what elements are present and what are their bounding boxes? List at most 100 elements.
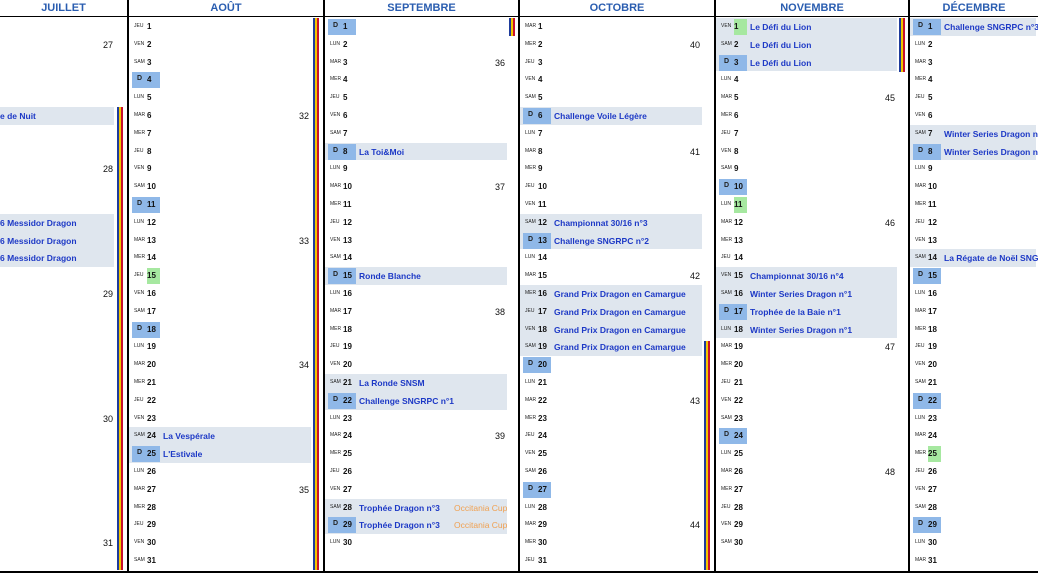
day-row[interactable]: LUN 16 bbox=[325, 285, 518, 303]
event-label[interactable]: Trophée de la Baie n°1 bbox=[750, 307, 841, 317]
day-row[interactable]: JEU 1 bbox=[129, 18, 323, 36]
day-row[interactable]: D 22 Challenge SNGRPC n°1 bbox=[325, 391, 518, 410]
event-label[interactable]: La Toi&Moi bbox=[359, 147, 404, 157]
day-row[interactable]: LUN 2 bbox=[910, 36, 1038, 54]
day-row[interactable]: LUN 2 bbox=[325, 36, 518, 54]
day-row[interactable]: LUN 14 bbox=[520, 249, 714, 267]
event-label[interactable]: Trophée Dragon n°3 bbox=[359, 520, 440, 530]
day-row[interactable]: LUN 30 bbox=[910, 534, 1038, 552]
day-row[interactable]: LUN 19 bbox=[129, 338, 323, 356]
day-row[interactable]: JEU 21 bbox=[716, 374, 908, 392]
day-row[interactable]: SAM 14 La Régate de Noël SNG bbox=[910, 249, 1038, 268]
day-row[interactable]: JEU 19 bbox=[910, 338, 1038, 356]
day-row[interactable]: SAM 28 bbox=[910, 499, 1038, 517]
event-label[interactable]: e de Nuit bbox=[0, 111, 36, 121]
day-row[interactable]: SAM 3 bbox=[129, 54, 323, 72]
day-row[interactable]: JEU 29 bbox=[129, 516, 323, 534]
day-row[interactable]: VEN 8 bbox=[716, 143, 908, 161]
day-row[interactable]: MAR 1 bbox=[520, 18, 714, 36]
day-row[interactable]: VEN 30 bbox=[129, 534, 323, 552]
day-row[interactable]: D 15 bbox=[910, 267, 1038, 285]
day-row[interactable]: VEN 27 bbox=[910, 481, 1038, 499]
day-row[interactable]: VEN 18 Grand Prix Dragon en Camargue bbox=[520, 320, 714, 339]
event-label[interactable]: Challenge SNGRPC n°1 bbox=[359, 396, 454, 406]
day-row[interactable]: JEU 7 bbox=[716, 125, 908, 143]
day-row[interactable]: SAM 23 bbox=[716, 410, 908, 428]
event-label[interactable]: 6 Messidor Dragon bbox=[0, 253, 77, 263]
event-label[interactable]: Winter Series Dragon n bbox=[944, 129, 1038, 139]
day-row[interactable]: D 27 bbox=[520, 481, 714, 499]
day-row[interactable]: JEU 31 bbox=[520, 552, 714, 570]
day-row[interactable]: MER 25 bbox=[910, 445, 1038, 463]
day-row[interactable]: D 29 Trophée Dragon n°3 Occitania Cup bbox=[325, 516, 518, 535]
day-row[interactable]: MER 18 bbox=[910, 321, 1038, 339]
day-row[interactable]: LUN 30 bbox=[325, 534, 518, 552]
day-row[interactable]: JEU 15 bbox=[129, 267, 323, 285]
day-row[interactable]: MER 25 bbox=[325, 445, 518, 463]
day-row[interactable]: SAM 2 Le Défi du Lion bbox=[716, 35, 908, 54]
day-row[interactable]: MER 11 bbox=[325, 196, 518, 214]
day-row[interactable]: D 24 bbox=[716, 427, 908, 445]
day-row[interactable]: VEN 4 bbox=[520, 71, 714, 89]
day-row[interactable]: VEN 23 bbox=[129, 410, 323, 428]
day-row[interactable]: LUN 16 bbox=[910, 285, 1038, 303]
day-row[interactable]: LUN 9 bbox=[325, 160, 518, 178]
event-secondary-label[interactable]: Occitania Cup bbox=[454, 503, 507, 513]
event-label[interactable]: Winter Series Dragon n°1 bbox=[750, 325, 852, 335]
day-row[interactable]: LUN 7 bbox=[520, 125, 714, 143]
day-row[interactable]: SAM 10 bbox=[129, 178, 323, 196]
day-row[interactable]: JEU 17 Grand Prix Dragon en Camargue bbox=[520, 302, 714, 321]
event-label[interactable]: 6 Messidor Dragon bbox=[0, 218, 77, 228]
day-row[interactable]: JEU 12 bbox=[325, 214, 518, 232]
day-row[interactable]: VEN 11 bbox=[520, 196, 714, 214]
event-label[interactable]: Grand Prix Dragon en Camargue bbox=[554, 342, 686, 352]
day-row[interactable]: VEN 6 bbox=[325, 107, 518, 125]
day-row[interactable]: D 20 bbox=[520, 356, 714, 374]
day-row[interactable]: SAM 7 bbox=[325, 125, 518, 143]
day-row[interactable]: VEN 25 bbox=[520, 445, 714, 463]
day-row[interactable]: SAM 17 bbox=[129, 303, 323, 321]
day-row[interactable]: SAM 12 Championnat 30/16 n°3 bbox=[520, 213, 714, 232]
event-secondary-label[interactable]: Occitania Cup bbox=[454, 520, 507, 530]
day-row[interactable]: VEN 20 bbox=[325, 356, 518, 374]
event-label[interactable]: Challenge Voile Légère bbox=[554, 111, 647, 121]
day-row[interactable]: D 25 L'Estivale bbox=[129, 445, 323, 463]
day-row[interactable]: e de Nuit bbox=[0, 107, 127, 125]
day-row[interactable]: D 8 La Toi&Moi bbox=[325, 142, 518, 161]
day-row[interactable]: MER 13 bbox=[716, 232, 908, 250]
day-row[interactable]: SAM 7 Winter Series Dragon n bbox=[910, 124, 1038, 143]
day-row[interactable]: VEN 13 bbox=[325, 232, 518, 250]
day-row[interactable]: MER 30 bbox=[520, 534, 714, 552]
event-label[interactable]: La Ronde SNSM bbox=[359, 378, 425, 388]
day-row[interactable]: MAR 10 bbox=[910, 178, 1038, 196]
event-label[interactable]: 6 Messidor Dragon bbox=[0, 236, 77, 246]
day-row[interactable]: 6 Messidor Dragon bbox=[0, 249, 127, 268]
day-row[interactable]: D 18 bbox=[129, 321, 323, 339]
day-row[interactable]: VEN 16 bbox=[129, 285, 323, 303]
day-row[interactable]: D 22 bbox=[910, 392, 1038, 410]
day-row[interactable]: MER 28 bbox=[129, 499, 323, 517]
day-row[interactable]: D 13 Challenge SNGRPC n°2 bbox=[520, 231, 714, 250]
day-row[interactable]: LUN 21 bbox=[520, 374, 714, 392]
day-row[interactable]: MAR 31 bbox=[910, 552, 1038, 570]
day-row[interactable]: SAM 31 bbox=[129, 552, 323, 570]
day-row[interactable]: SAM 5 bbox=[520, 89, 714, 107]
day-row[interactable]: JEU 5 bbox=[910, 89, 1038, 107]
day-row[interactable]: MER 14 bbox=[129, 249, 323, 267]
event-label[interactable]: Winter Series Dragon n°1 bbox=[750, 289, 852, 299]
day-row[interactable]: VEN 13 bbox=[910, 232, 1038, 250]
event-label[interactable]: Le Défi du Lion bbox=[750, 40, 811, 50]
day-row[interactable]: MAR 24 bbox=[910, 427, 1038, 445]
event-label[interactable]: Grand Prix Dragon en Camargue bbox=[554, 325, 686, 335]
day-row[interactable]: JEU 5 bbox=[325, 89, 518, 107]
event-label[interactable]: Grand Prix Dragon en Camargue bbox=[554, 289, 686, 299]
day-row[interactable]: LUN 11 bbox=[716, 196, 908, 214]
day-row[interactable]: VEN 2 bbox=[129, 36, 323, 54]
day-row[interactable]: LUN 25 bbox=[716, 445, 908, 463]
day-row[interactable]: LUN 23 bbox=[910, 410, 1038, 428]
day-row[interactable]: MER 21 bbox=[129, 374, 323, 392]
day-row[interactable]: D 29 bbox=[910, 516, 1038, 534]
day-row[interactable]: VEN 15 Championnat 30/16 n°4 bbox=[716, 267, 908, 285]
day-row[interactable]: D 3 Le Défi du Lion bbox=[716, 53, 908, 72]
day-row[interactable]: LUN 4 bbox=[716, 71, 908, 89]
